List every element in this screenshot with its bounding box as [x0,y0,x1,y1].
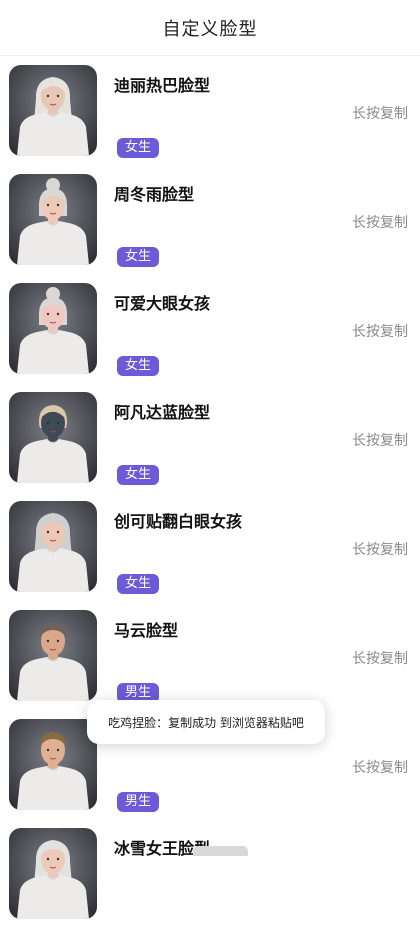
preset-name: 迪丽热巴脸型 [114,76,211,95]
avatar[interactable] [9,392,97,483]
long-press-copy-label[interactable]: 长按复制 [352,103,408,123]
avatar[interactable] [9,174,97,265]
page-title: 自定义脸型 [162,18,258,40]
list-item[interactable]: 可爱大眼女孩 长按复制 女生 [0,274,420,382]
list-item[interactable]: 马云脸型 长按复制 男生 [0,601,420,709]
preset-name: 创可贴翻白眼女孩 [114,512,243,531]
long-press-copy-label[interactable]: 长按复制 [352,430,408,450]
long-press-copy-label[interactable]: 长按复制 [352,648,408,668]
preset-name: 阿凡达蓝脸型 [114,403,211,422]
list-item[interactable]: 冰雪女王脸型 [0,819,420,927]
preset-name: 马云脸型 [114,621,179,640]
gender-badge: 女生 [117,574,160,594]
long-press-copy-label[interactable]: 长按复制 [352,757,408,777]
avatar[interactable] [9,828,97,919]
gender-badge: 女生 [117,356,160,376]
list-item[interactable]: 阿凡达蓝脸型 长按复制 女生 [0,383,420,491]
preset-name: 周冬雨脸型 [114,185,195,204]
gender-badge: 男生 [117,792,160,812]
list-item[interactable]: 周冬雨脸型 长按复制 女生 [0,165,420,273]
avatar[interactable] [9,65,97,156]
avatar[interactable] [9,501,97,592]
home-indicator [193,846,248,856]
list-item[interactable]: 迪丽热巴脸型 长按复制 女生 [0,56,420,164]
gender-badge: 女生 [117,247,160,267]
long-press-copy-label[interactable]: 长按复制 [352,212,408,232]
avatar[interactable] [9,719,97,810]
long-press-copy-label[interactable]: 长按复制 [352,321,408,341]
list-item[interactable]: 创可贴翻白眼女孩 长按复制 女生 [0,492,420,600]
long-press-copy-label[interactable]: 长按复制 [352,539,408,559]
copy-success-toast: 吃鸡捏脸：复制成功 到浏览器粘贴吧 [87,700,325,744]
gender-badge: 女生 [117,465,160,485]
preset-name: 可爱大眼女孩 [114,294,211,313]
gender-badge: 女生 [117,138,160,158]
avatar[interactable] [9,610,97,701]
top-nav-bar: 自定义脸型 [0,0,420,56]
avatar[interactable] [9,283,97,374]
